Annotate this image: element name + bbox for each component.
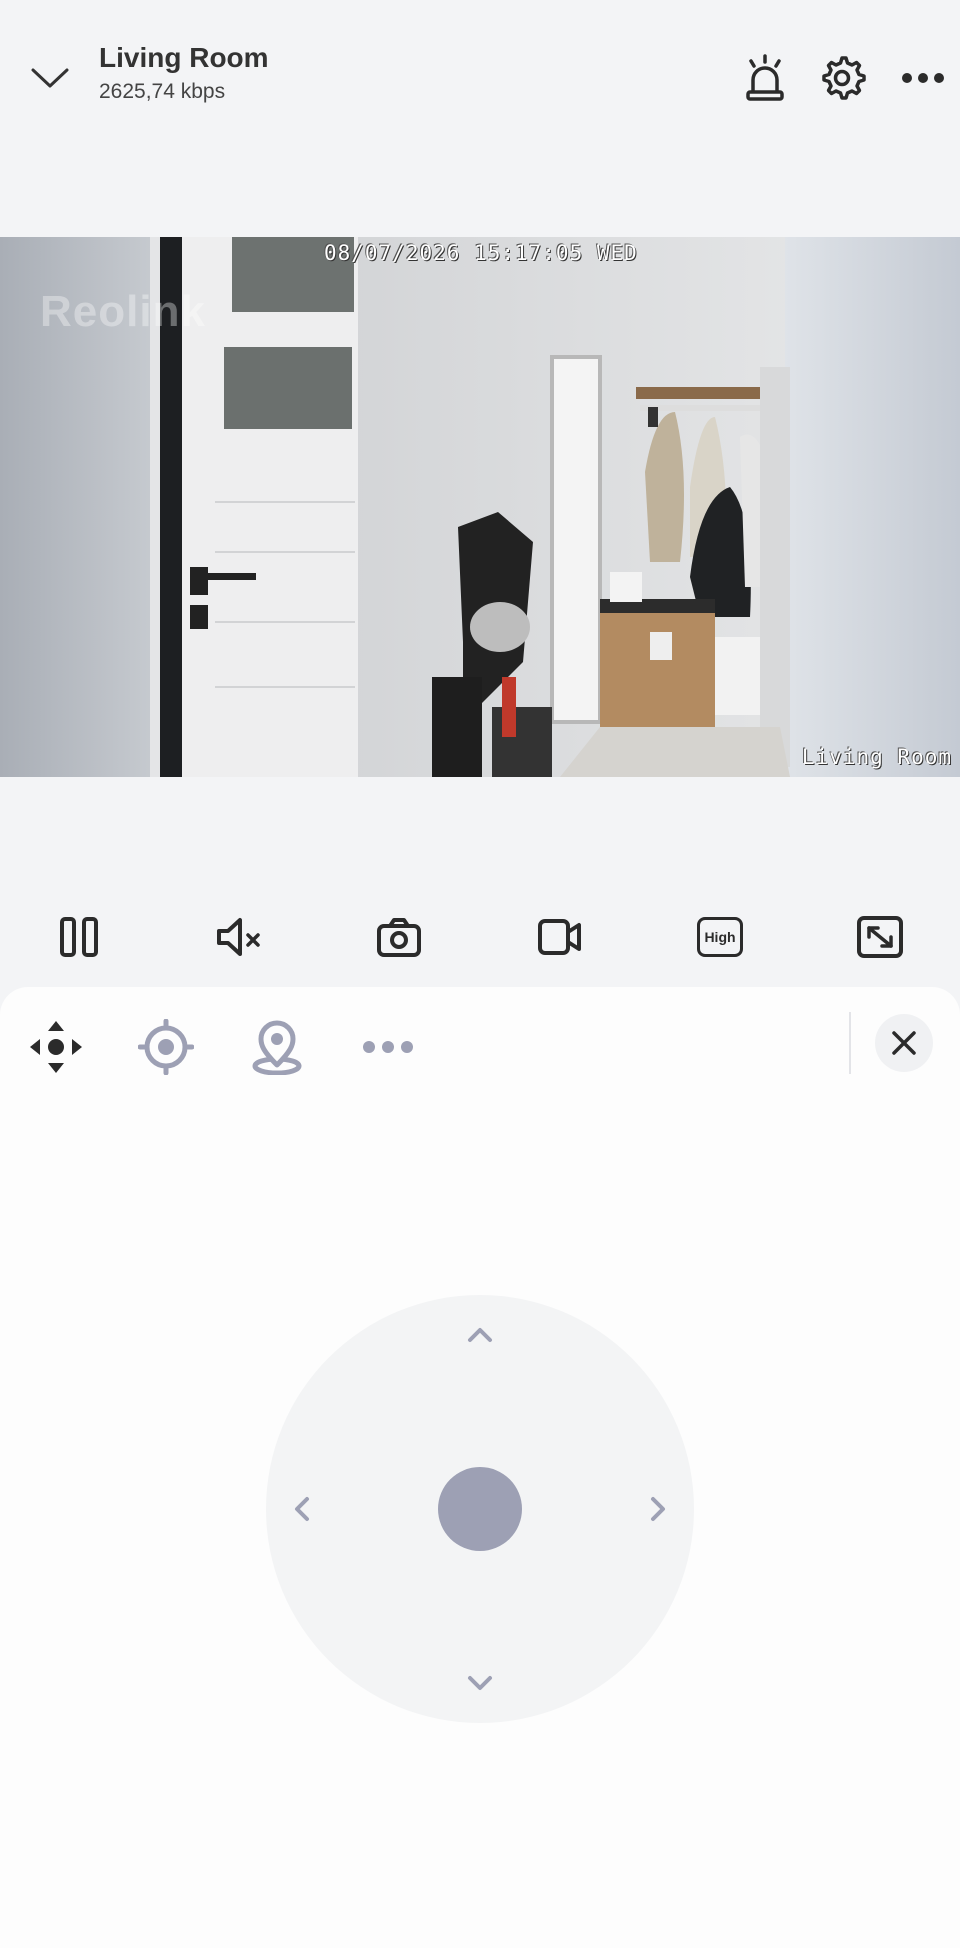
pan-left-button[interactable] (282, 1489, 322, 1529)
divider (849, 1012, 851, 1074)
record-button[interactable] (528, 905, 592, 969)
quality-label: High (704, 929, 736, 945)
ptz-joystick[interactable] (266, 1295, 694, 1723)
pause-button[interactable] (47, 905, 111, 969)
tab-auto-track[interactable] (245, 1015, 309, 1079)
back-button[interactable] (24, 52, 76, 104)
chevron-up-icon (468, 1328, 492, 1342)
fullscreen-button[interactable] (848, 905, 912, 969)
top-bar: Living Room 2625,74 kbps (0, 0, 960, 150)
mute-button[interactable] (208, 905, 272, 969)
gear-icon (822, 56, 866, 100)
quality-badge: High (697, 917, 743, 957)
mute-icon (217, 918, 260, 956)
settings-button[interactable] (816, 50, 872, 106)
chevron-down-icon (468, 1676, 492, 1690)
tab-preset[interactable] (134, 1015, 198, 1079)
joystick-handle[interactable] (438, 1467, 522, 1551)
page-title: Living Room (99, 42, 269, 73)
live-video-feed[interactable]: Reolink 08/07/2026 15:17:05 WED Living R… (0, 237, 960, 777)
close-panel-button[interactable] (875, 1014, 933, 1072)
siren-button[interactable] (737, 50, 793, 106)
bitrate-label: 2625,74 kbps (99, 80, 226, 103)
more-icon (902, 73, 944, 83)
location-pin-icon (252, 1020, 302, 1075)
video-timestamp: 08/07/2026 15:17:05 WED (324, 241, 638, 265)
tab-more[interactable] (356, 1015, 420, 1079)
brand-watermark: Reolink (40, 287, 206, 336)
stream-quality-button[interactable]: High (688, 905, 752, 969)
close-icon (892, 1031, 916, 1055)
player-controls: High (0, 905, 960, 969)
camera-icon (377, 918, 421, 957)
chevron-right-icon (651, 1497, 665, 1521)
chevron-down-icon (31, 68, 69, 88)
tab-ptz[interactable] (24, 1015, 88, 1079)
video-channel-name: Living Room (801, 745, 952, 769)
pan-right-button[interactable] (638, 1489, 678, 1529)
pan-up-button[interactable] (460, 1315, 500, 1355)
pause-icon (60, 917, 98, 957)
pan-down-button[interactable] (460, 1663, 500, 1703)
snapshot-button[interactable] (367, 905, 431, 969)
more-icon (363, 1041, 413, 1053)
title-block: Living Room 2625,74 kbps (99, 42, 269, 104)
ptz-move-icon (30, 1021, 82, 1073)
target-icon (138, 1019, 194, 1075)
siren-icon (746, 54, 784, 101)
video-record-icon (538, 919, 581, 955)
chevron-left-icon (295, 1497, 309, 1521)
ptz-panel (0, 987, 960, 1948)
fullscreen-icon (857, 916, 903, 958)
more-options-button[interactable] (895, 50, 951, 106)
